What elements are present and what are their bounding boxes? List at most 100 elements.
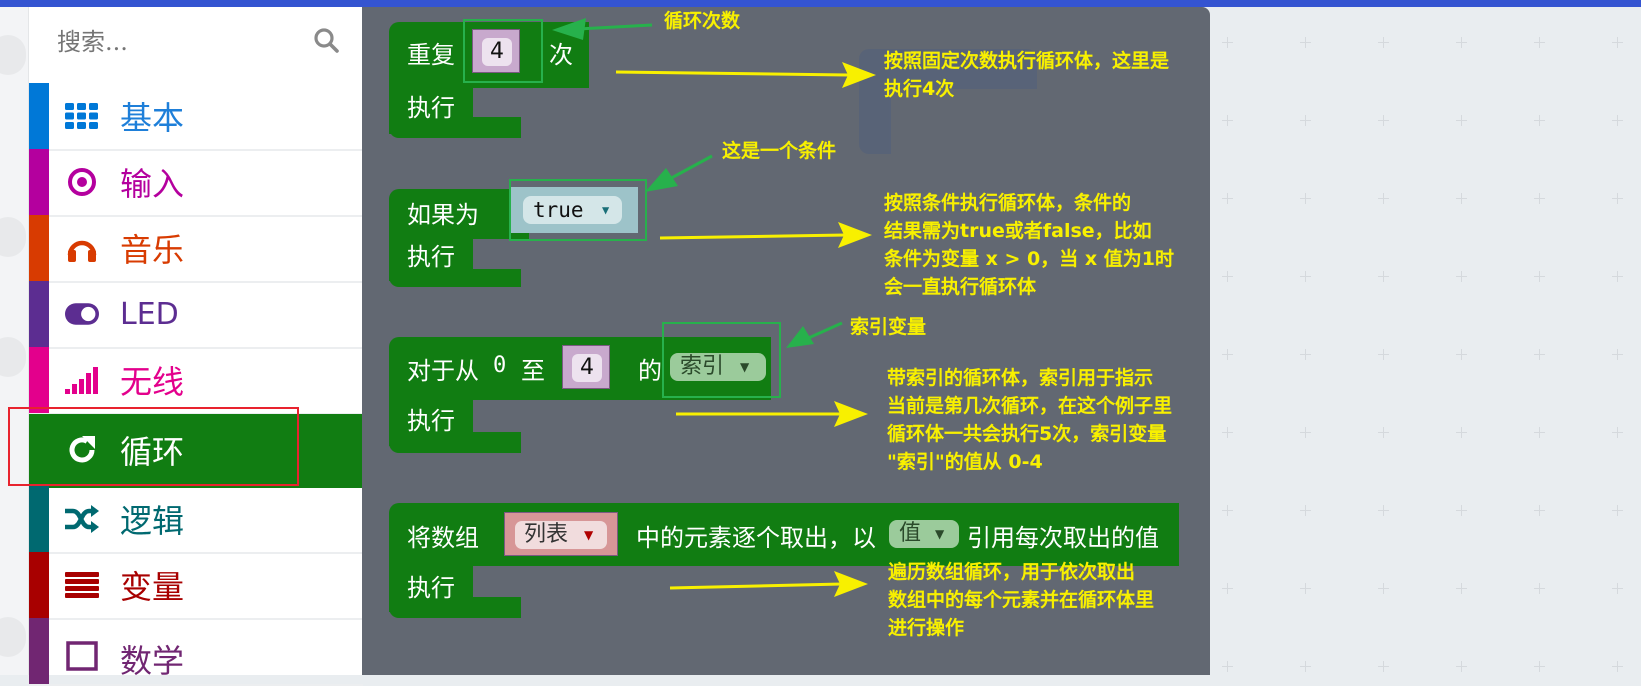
- grid-plus-mark: [1534, 583, 1545, 594]
- do-label: 执行: [407, 243, 455, 271]
- grid-plus-mark: [1378, 271, 1389, 282]
- for-to-input[interactable]: 4: [572, 354, 602, 382]
- category-label: 基本: [120, 99, 185, 137]
- category-logic[interactable]: 逻辑: [29, 486, 363, 554]
- category-label: 输入: [120, 165, 185, 203]
- annotation-repeat-count: 循环次数: [664, 10, 741, 32]
- blocks-flyout: 重复 4 次 执行 如果为 true ▼ 执行 对于从 0 至 4 的 索引 ▼…: [362, 7, 1210, 675]
- grid-plus-mark: [1378, 427, 1389, 438]
- refresh-icon: [65, 435, 99, 465]
- grid-plus-mark: [1456, 349, 1467, 360]
- condition-slot: true ▼: [510, 187, 638, 233]
- for-from-value[interactable]: 0: [493, 353, 506, 378]
- grid-plus-mark: [1378, 349, 1389, 360]
- top-bar: [0, 0, 1641, 7]
- grid-plus-mark: [1612, 37, 1623, 48]
- category-math[interactable]: 数学: [29, 618, 363, 686]
- grid-plus-mark: [1612, 505, 1623, 516]
- grid-plus-mark: [1534, 349, 1545, 360]
- value-variable-value: 值: [899, 521, 922, 546]
- grid-plus-mark: [1378, 505, 1389, 516]
- repeat-count-slot: 4: [472, 29, 520, 73]
- grid-plus-mark: [1456, 427, 1467, 438]
- grid-plus-mark: [1378, 37, 1389, 48]
- category-loops[interactable]: 循环: [29, 414, 363, 488]
- for-label: 对于从: [407, 357, 479, 385]
- for-to-label: 至: [521, 357, 545, 385]
- category-label: 逻辑: [120, 502, 185, 540]
- grid-plus-mark: [1456, 661, 1467, 672]
- category-variables[interactable]: 变量: [29, 552, 363, 620]
- grid-plus-mark: [1300, 37, 1311, 48]
- grid-plus-mark: [1534, 427, 1545, 438]
- toolbox-sidebar: 基本 输入 音乐 LED 无线 循环: [28, 7, 363, 686]
- grid-plus-mark: [1222, 427, 1233, 438]
- annotation-foreach-desc: 遍历数组循环，用于依次取出 数组中的每个元素并在循环体里 进行操作: [888, 561, 1155, 639]
- category-label: 音乐: [120, 231, 185, 269]
- category-music[interactable]: 音乐: [29, 215, 363, 283]
- foreach-middle-label: 中的元素逐个取出，以: [636, 524, 876, 552]
- category-label: 变量: [120, 568, 185, 606]
- grid-plus-mark: [1612, 427, 1623, 438]
- list-variable-dropdown[interactable]: 列表 ▼: [515, 521, 607, 549]
- category-basic[interactable]: 基本: [29, 83, 363, 151]
- for-to-slot: 4: [562, 345, 610, 389]
- while-label: 如果为: [407, 201, 479, 229]
- category-radio[interactable]: 无线: [29, 347, 363, 415]
- list-slot: 列表 ▼: [504, 512, 618, 556]
- dropdown-arrow-icon: ▼: [740, 360, 750, 374]
- category-color-bar: [29, 347, 49, 413]
- toggle-icon: [65, 299, 99, 329]
- grid-plus-mark: [1456, 115, 1467, 126]
- category-color-bar: [29, 552, 49, 618]
- category-label: 循环: [120, 433, 185, 471]
- faded-icon: [0, 217, 26, 257]
- do-label: 执行: [407, 407, 455, 435]
- search-input[interactable]: [55, 23, 309, 61]
- category-label: LED: [120, 296, 179, 332]
- faded-icon: [0, 337, 26, 377]
- search-icon[interactable]: [313, 27, 339, 53]
- grid-plus-mark: [1300, 115, 1311, 126]
- value-variable-dropdown[interactable]: 值 ▼: [889, 520, 959, 548]
- grid-plus-mark: [1456, 271, 1467, 282]
- grid-plus-mark: [1222, 583, 1233, 594]
- grid-plus-mark: [1612, 583, 1623, 594]
- annotation-for-desc: 带索引的循环体，索引用于指示 当前是第几次循环，在这个例子里 循环体一共会执行5…: [887, 367, 1173, 473]
- category-color-bar: [29, 414, 49, 486]
- condition-dropdown[interactable]: true ▼: [523, 196, 622, 224]
- workspace-canvas[interactable]: [1210, 7, 1641, 675]
- index-variable-value: 索引: [680, 354, 725, 379]
- grid-plus-mark: [1222, 661, 1233, 672]
- dropdown-arrow-icon: ▼: [584, 528, 594, 542]
- target-icon: [65, 167, 99, 197]
- grid-plus-mark: [1612, 349, 1623, 360]
- category-label: 无线: [120, 363, 185, 401]
- grid-plus-mark: [1456, 37, 1467, 48]
- dropdown-arrow-icon: ▼: [935, 527, 945, 541]
- index-variable-dropdown[interactable]: 索引 ▼: [670, 353, 766, 381]
- grid-plus-mark: [1222, 505, 1233, 516]
- annotation-condition: 这是一个条件: [722, 140, 837, 162]
- grid-plus-mark: [1222, 115, 1233, 126]
- repeat-count-input[interactable]: 4: [482, 38, 512, 66]
- annotation-index-variable: 索引变量: [850, 316, 927, 338]
- grid-plus-mark: [1378, 115, 1389, 126]
- grid-plus-mark: [1534, 505, 1545, 516]
- grid-plus-mark: [1534, 115, 1545, 126]
- faded-icon: [0, 35, 26, 75]
- grid-plus-mark: [1612, 115, 1623, 126]
- do-label: 执行: [407, 94, 455, 122]
- grid-plus-mark: [1300, 427, 1311, 438]
- left-edge-panel: [0, 7, 28, 675]
- search-box: [29, 7, 363, 83]
- category-input[interactable]: 输入: [29, 149, 363, 217]
- category-led[interactable]: LED: [29, 281, 363, 349]
- category-color-bar: [29, 149, 49, 215]
- category-color-bar: [29, 281, 49, 347]
- grid-plus-mark: [1300, 505, 1311, 516]
- grid-plus-mark: [1300, 193, 1311, 204]
- grid-plus-mark: [1534, 37, 1545, 48]
- grid-plus-mark: [1378, 193, 1389, 204]
- grid-icon: [65, 101, 99, 131]
